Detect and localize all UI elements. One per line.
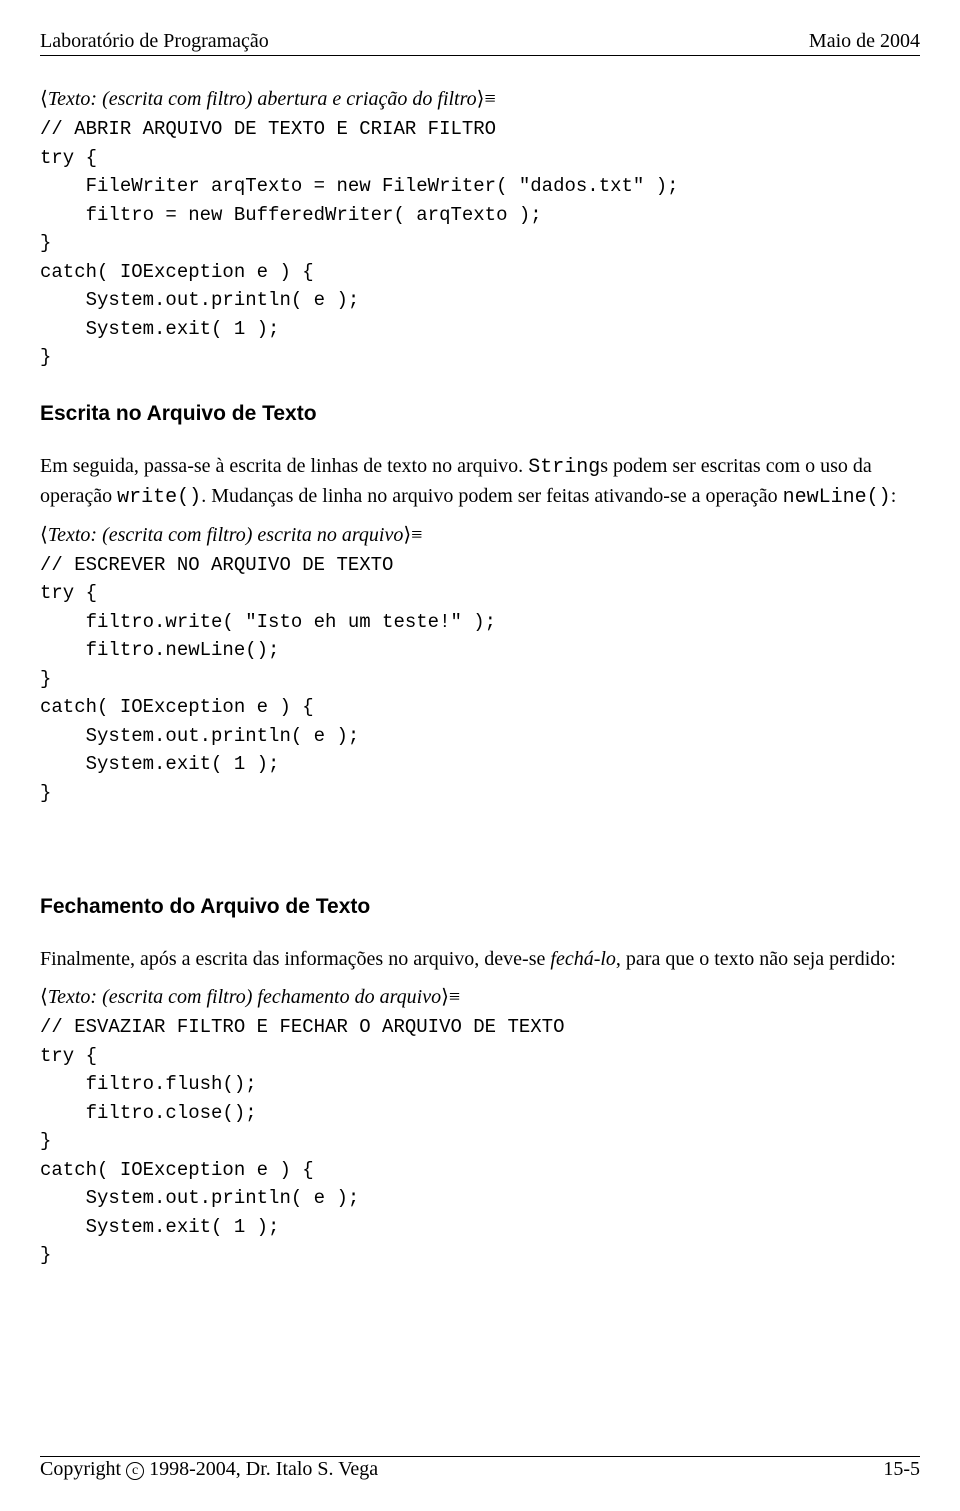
para2-a: Em seguida, passa-se à escrita de linhas… xyxy=(40,455,528,477)
heading-fechamento: Fechamento do Arquivo de Texto xyxy=(40,895,920,919)
para2-mono-string: String xyxy=(528,456,600,479)
code-section-label-2: Texto: (escrita com filtro) escrita no a… xyxy=(40,522,920,547)
para2-g: : xyxy=(891,485,897,507)
section1-label-text: Texto: (escrita com filtro) abertura e c… xyxy=(40,88,496,110)
header-right: Maio de 2004 xyxy=(809,30,920,53)
copyright-prefix: Copyright xyxy=(40,1458,126,1480)
header-rule xyxy=(40,55,920,56)
paragraph-fechamento: Finalmente, após a escrita das informaçõ… xyxy=(40,945,920,974)
section2-label-text: Texto: (escrita com filtro) escrita no a… xyxy=(40,524,422,546)
section3-label-text: Texto: (escrita com filtro) fechamento d… xyxy=(40,986,460,1008)
code-block-3: // ESVAZIAR FILTRO E FECHAR O ARQUIVO DE… xyxy=(40,1013,920,1270)
page-number: 15-5 xyxy=(883,1458,920,1481)
paragraph-escrita: Em seguida, passa-se à escrita de linhas… xyxy=(40,452,920,512)
para3-a: Finalmente, após a escrita das informaçõ… xyxy=(40,948,550,970)
heading-escrita: Escrita no Arquivo de Texto xyxy=(40,402,920,426)
code-section-label-3: Texto: (escrita com filtro) fechamento d… xyxy=(40,984,920,1009)
code-block-2: // ESCREVER NO ARQUIVO DE TEXTO try { fi… xyxy=(40,551,920,808)
page-header: Laboratório de Programação Maio de 2004 xyxy=(40,30,920,53)
copyright-c-icon: c xyxy=(126,1462,144,1480)
para2-mono-newline: newLine() xyxy=(783,486,891,509)
copyright-suffix: 1998-2004, Dr. Italo S. Vega xyxy=(149,1458,378,1480)
para2-e: . Mudanças de linha no arquivo podem ser… xyxy=(201,485,782,507)
para3-b-italic: fechá-lo xyxy=(550,948,616,970)
footer-rule xyxy=(40,1456,920,1457)
header-left: Laboratório de Programação xyxy=(40,30,269,53)
page-footer: Copyright c 1998-2004, Dr. Italo S. Vega… xyxy=(40,1458,920,1481)
para3-c: , para que o texto não seja perdido: xyxy=(616,948,896,970)
code-block-1: // ABRIR ARQUIVO DE TEXTO E CRIAR FILTRO… xyxy=(40,115,920,372)
footer-copyright: Copyright c 1998-2004, Dr. Italo S. Vega xyxy=(40,1458,378,1481)
code-section-label-1: Texto: (escrita com filtro) abertura e c… xyxy=(40,86,920,111)
para2-mono-write: write() xyxy=(117,486,201,509)
